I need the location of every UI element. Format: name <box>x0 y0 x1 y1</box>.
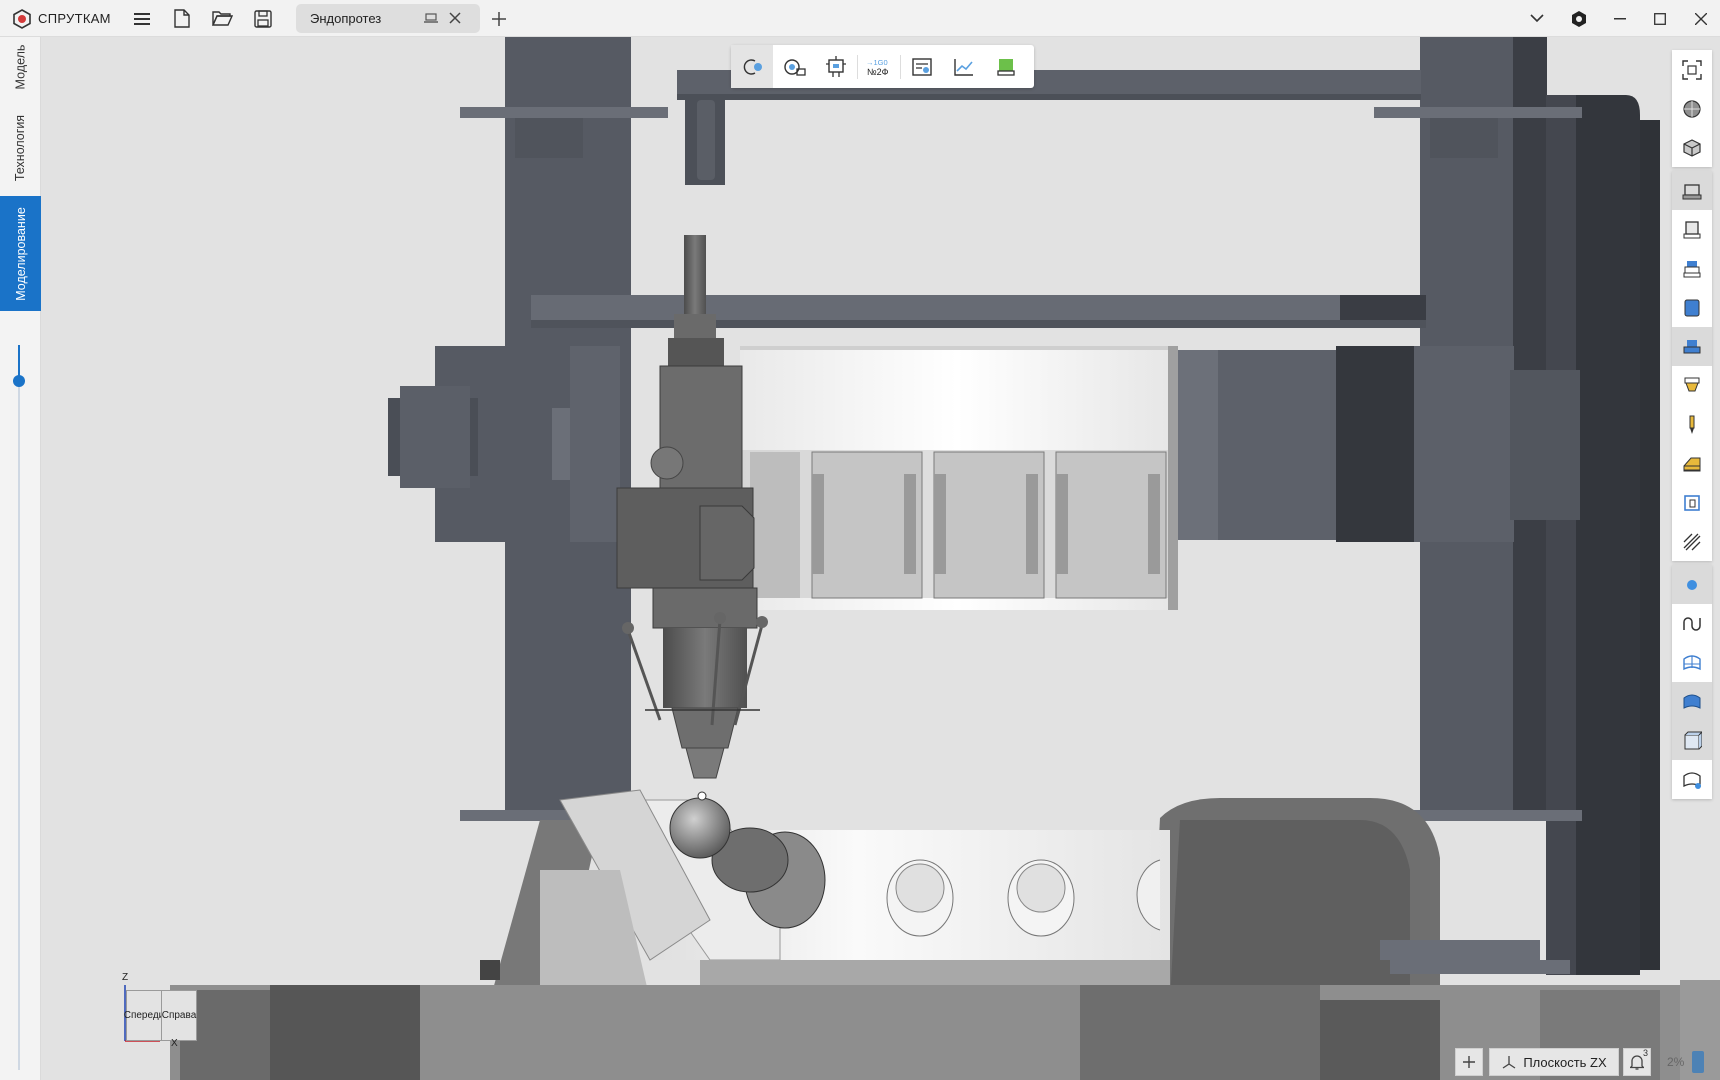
gear-icon[interactable] <box>1566 0 1592 37</box>
x-axis-label: X <box>171 1038 178 1049</box>
graph-icon[interactable] <box>943 45 985 88</box>
chevron-down-icon[interactable] <box>1525 0 1549 37</box>
solid-icon[interactable] <box>1672 721 1712 760</box>
title-bar: СПРУТКАМ Эндопротез <box>0 0 1720 37</box>
open-folder-icon[interactable] <box>208 0 236 37</box>
surface-edit-icon[interactable] <box>1672 760 1712 799</box>
axes-icon <box>1502 1056 1516 1069</box>
machine-base-icon[interactable] <box>1672 171 1712 210</box>
shaded-sphere-icon[interactable] <box>1672 89 1712 128</box>
machine-body-icon[interactable] <box>1672 288 1712 327</box>
close-icon[interactable] <box>1688 0 1714 37</box>
laptop-icon[interactable] <box>424 11 438 28</box>
svg-text:→1G0: →1G0 <box>866 58 888 67</box>
document-tab-label: Эндопротез <box>310 11 382 26</box>
new-file-icon[interactable] <box>168 0 196 37</box>
surface-icon[interactable] <box>1672 682 1712 721</box>
tool-icon[interactable] <box>1672 405 1712 444</box>
right-toolbar <box>1672 50 1712 803</box>
point-icon[interactable] <box>1672 565 1712 604</box>
stock-material-icon[interactable] <box>985 45 1027 88</box>
timeline-slider-handle[interactable] <box>13 375 25 387</box>
machine-frame-icon[interactable] <box>1672 210 1712 249</box>
3d-viewport[interactable]: →1G0 №2Ф Z Спереди Справа X Плоскость ZX… <box>41 37 1720 1080</box>
plane-label: Плоскость ZX <box>1523 1054 1607 1070</box>
save-icon[interactable] <box>249 0 277 37</box>
app-logo-icon <box>10 0 34 37</box>
tab-model[interactable]: Модель <box>0 37 41 97</box>
left-rail: Модель Технология Моделирование <box>0 37 41 1080</box>
view-tools-group <box>1672 50 1712 167</box>
tab-simulation-label: Моделирование <box>13 206 28 301</box>
workpiece-icon[interactable] <box>1672 483 1712 522</box>
spindle-icon[interactable] <box>1672 366 1712 405</box>
bottom-controls: Плоскость ZX 3 2% <box>1455 1048 1705 1076</box>
close-tab-icon[interactable] <box>448 11 462 28</box>
fit-view-icon[interactable] <box>1672 50 1712 89</box>
tab-technology-label: Технология <box>13 114 28 182</box>
display-tools-group <box>1672 565 1712 799</box>
minimize-icon[interactable] <box>1607 0 1633 37</box>
hatching-icon[interactable] <box>1672 522 1712 561</box>
tool-holder-icon[interactable] <box>815 45 857 88</box>
tab-technology[interactable]: Технология <box>0 103 41 193</box>
bell-icon[interactable]: 3 <box>1623 1048 1651 1076</box>
machine-parts-group <box>1672 171 1712 561</box>
machine-setup-icon[interactable] <box>773 45 815 88</box>
machine-scene <box>170 37 1720 1080</box>
timeline-slider[interactable] <box>18 345 20 1070</box>
maximize-icon[interactable] <box>1647 0 1673 37</box>
front-face-label: Спереди <box>123 1010 165 1021</box>
simulation-toolbar: →1G0 №2Ф <box>731 45 1034 88</box>
nc-program-icon[interactable]: →1G0 №2Ф <box>858 45 900 88</box>
front-face[interactable]: Спереди <box>123 990 165 1041</box>
machine-panel-icon[interactable] <box>901 45 943 88</box>
app-name: СПРУТКАМ <box>38 11 111 26</box>
right-face-label: Справа <box>161 1010 197 1021</box>
svg-text:№2Ф: №2Ф <box>867 67 889 77</box>
add-icon[interactable] <box>1455 1048 1483 1076</box>
notify-count: 3 <box>1642 1048 1648 1058</box>
collision-check-icon[interactable] <box>731 45 773 88</box>
progress-indicator <box>1692 1051 1705 1073</box>
plane-selector[interactable]: Плоскость ZX <box>1489 1048 1619 1076</box>
machine-head-icon[interactable] <box>1672 249 1712 288</box>
document-tab[interactable]: Эндопротез <box>296 4 480 33</box>
mesh-icon[interactable] <box>1672 643 1712 682</box>
fixture-icon[interactable] <box>1672 444 1712 483</box>
add-tab-icon[interactable] <box>487 0 511 37</box>
zoom-percent: 2% <box>1667 1055 1685 1069</box>
machine-table-icon[interactable] <box>1672 327 1712 366</box>
right-face[interactable]: Справа <box>161 990 197 1041</box>
curve-icon[interactable] <box>1672 604 1712 643</box>
tab-model-label: Модель <box>13 44 28 90</box>
wire-box-icon[interactable] <box>1672 128 1712 167</box>
tab-simulation[interactable]: Моделирование <box>0 196 41 311</box>
hamburger-icon[interactable] <box>128 0 156 37</box>
